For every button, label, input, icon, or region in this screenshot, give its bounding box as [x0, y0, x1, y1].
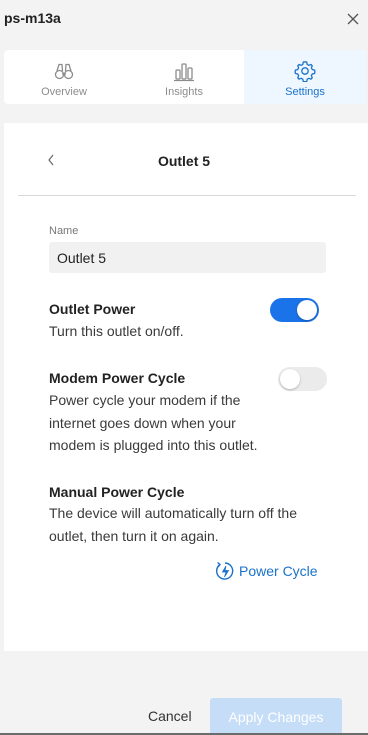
- tab-overview-label: Overview: [41, 86, 87, 98]
- close-icon: [347, 13, 359, 25]
- outlet-power-toggle[interactable]: [270, 298, 319, 322]
- window-header: ps-m13a: [0, 0, 368, 38]
- modem-power-cycle-title: Modem Power Cycle: [49, 370, 186, 386]
- name-label: Name: [49, 225, 79, 237]
- gear-icon: [294, 61, 316, 82]
- panel-title: Outlet 5: [157, 153, 211, 169]
- outlet-power-desc: Turn this outlet on/off.: [49, 323, 184, 339]
- close-button[interactable]: [344, 10, 362, 28]
- modem-power-cycle-toggle[interactable]: [278, 367, 327, 391]
- bar-chart-icon: [174, 63, 194, 82]
- settings-panel: Outlet 5 Name Outlet Power Turn this out…: [4, 123, 368, 651]
- apply-changes-button[interactable]: Apply Changes: [210, 698, 342, 735]
- tab-overview[interactable]: Overview: [4, 50, 124, 104]
- name-input[interactable]: [49, 242, 326, 273]
- tab-insights-label: Insights: [165, 86, 203, 98]
- tab-bar: Overview Insights Settings: [4, 50, 366, 104]
- modem-power-cycle-desc: Power cycle your modem if the internet g…: [49, 392, 258, 453]
- tab-settings-label: Settings: [285, 86, 325, 98]
- manual-power-cycle-title: Manual Power Cycle: [49, 484, 185, 500]
- window-title: ps-m13a: [4, 10, 61, 26]
- tab-insights[interactable]: Insights: [124, 50, 244, 104]
- power-cycle-label: Power Cycle: [239, 563, 318, 579]
- manual-power-cycle-desc: The device will automatically turn off t…: [49, 505, 297, 544]
- toggle-knob: [280, 369, 300, 389]
- cancel-button[interactable]: Cancel: [148, 708, 192, 724]
- toggle-knob: [297, 300, 317, 320]
- outlet-power-title: Outlet Power: [49, 301, 136, 317]
- power-cycle-button[interactable]: Power Cycle: [214, 559, 318, 583]
- binoculars-icon: [54, 63, 74, 80]
- tab-settings[interactable]: Settings: [244, 50, 366, 104]
- divider: [18, 195, 356, 196]
- power-cycle-icon: [216, 561, 234, 580]
